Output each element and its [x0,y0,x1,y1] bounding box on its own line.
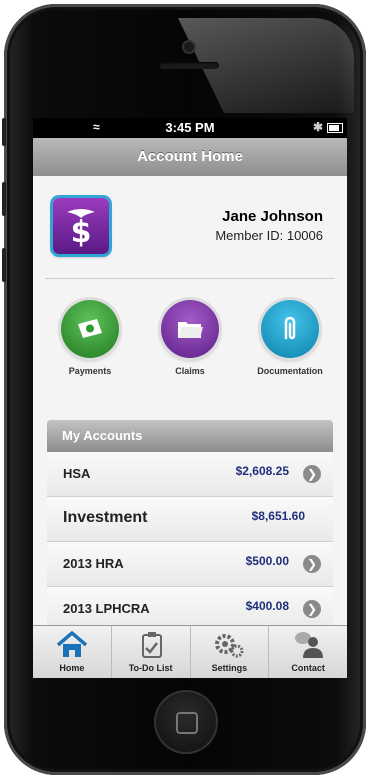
app-screen: ≈ 3:45 PM ✱ Account Home $ Jane Johnson … [33,118,347,678]
tab-settings-label: Settings [211,663,248,673]
quick-actions: Payments Claims Documentation [33,300,347,390]
member-name: Jane Johnson [222,208,323,225]
claims-icon [161,300,219,358]
chevron-right-icon[interactable]: ❯ [303,555,321,573]
tab-settings[interactable]: Settings [191,626,270,678]
account-balance: $2,608.25 [235,464,289,478]
todo-icon [141,632,162,658]
mute-switch [2,118,6,146]
battery-icon [327,123,343,133]
documentation-label: Documentation [257,366,323,376]
svg-text:$: $ [71,215,92,248]
claims-label: Claims [175,366,205,376]
navigation-bar: Account Home [33,138,347,176]
tab-todo-list[interactable]: To-Do List [112,626,191,678]
account-row-hsa[interactable]: HSA $2,608.25 ❯ [47,452,333,497]
profile-section: $ Jane Johnson Member ID: 10006 [33,176,347,256]
chevron-right-icon[interactable]: ❯ [303,600,321,618]
caduceus-dollar-logo: $ [53,198,109,254]
earpiece-speaker [159,62,219,69]
tab-contact-label: Contact [291,663,325,673]
member-id: Member ID: 10006 [215,228,323,243]
payments-label: Payments [68,366,112,376]
payments-icon [61,300,119,358]
claims-button[interactable]: Claims [145,300,235,376]
account-name: HSA [63,466,91,481]
account-balance: $500.00 [245,554,289,568]
my-accounts-list: My Accounts HSA $2,608.25 ❯ Investment $… [47,420,333,632]
tab-home-label: Home [59,663,85,673]
account-name: 2013 LPHCRA [63,601,150,616]
status-bar: ≈ 3:45 PM ✱ [33,118,347,138]
settings-icon [215,634,244,658]
volume-up-button [2,182,6,216]
tab-home[interactable]: Home [33,626,112,678]
contact-icon [295,632,324,658]
status-time: 3:45 PM [165,120,215,135]
account-name: 2013 HRA [63,556,124,571]
bluetooth-icon: ✱ [312,120,323,134]
home-icon [56,631,88,657]
front-camera [184,42,194,52]
tab-contact[interactable]: Contact [269,626,347,678]
payments-button[interactable]: Payments [45,300,135,376]
documentation-icon [261,300,319,358]
hardware-home-button[interactable] [154,690,218,754]
account-balance: $8,651.60 [251,509,305,523]
account-name: Investment [63,509,148,526]
page-title: Account Home [137,148,243,165]
account-row-investment[interactable]: Investment $8,651.60 [47,497,333,542]
volume-down-button [2,248,6,282]
chevron-right-icon[interactable]: ❯ [303,465,321,483]
account-row-2013-hra[interactable]: 2013 HRA $500.00 ❯ [47,542,333,587]
tab-bar: Home To-Do List Settings Contact [33,625,347,678]
profile-divider [45,278,335,279]
tab-todo-label: To-Do List [128,663,173,673]
documentation-button[interactable]: Documentation [245,300,335,376]
my-accounts-header: My Accounts [47,420,333,452]
account-balance: $400.08 [245,599,289,613]
